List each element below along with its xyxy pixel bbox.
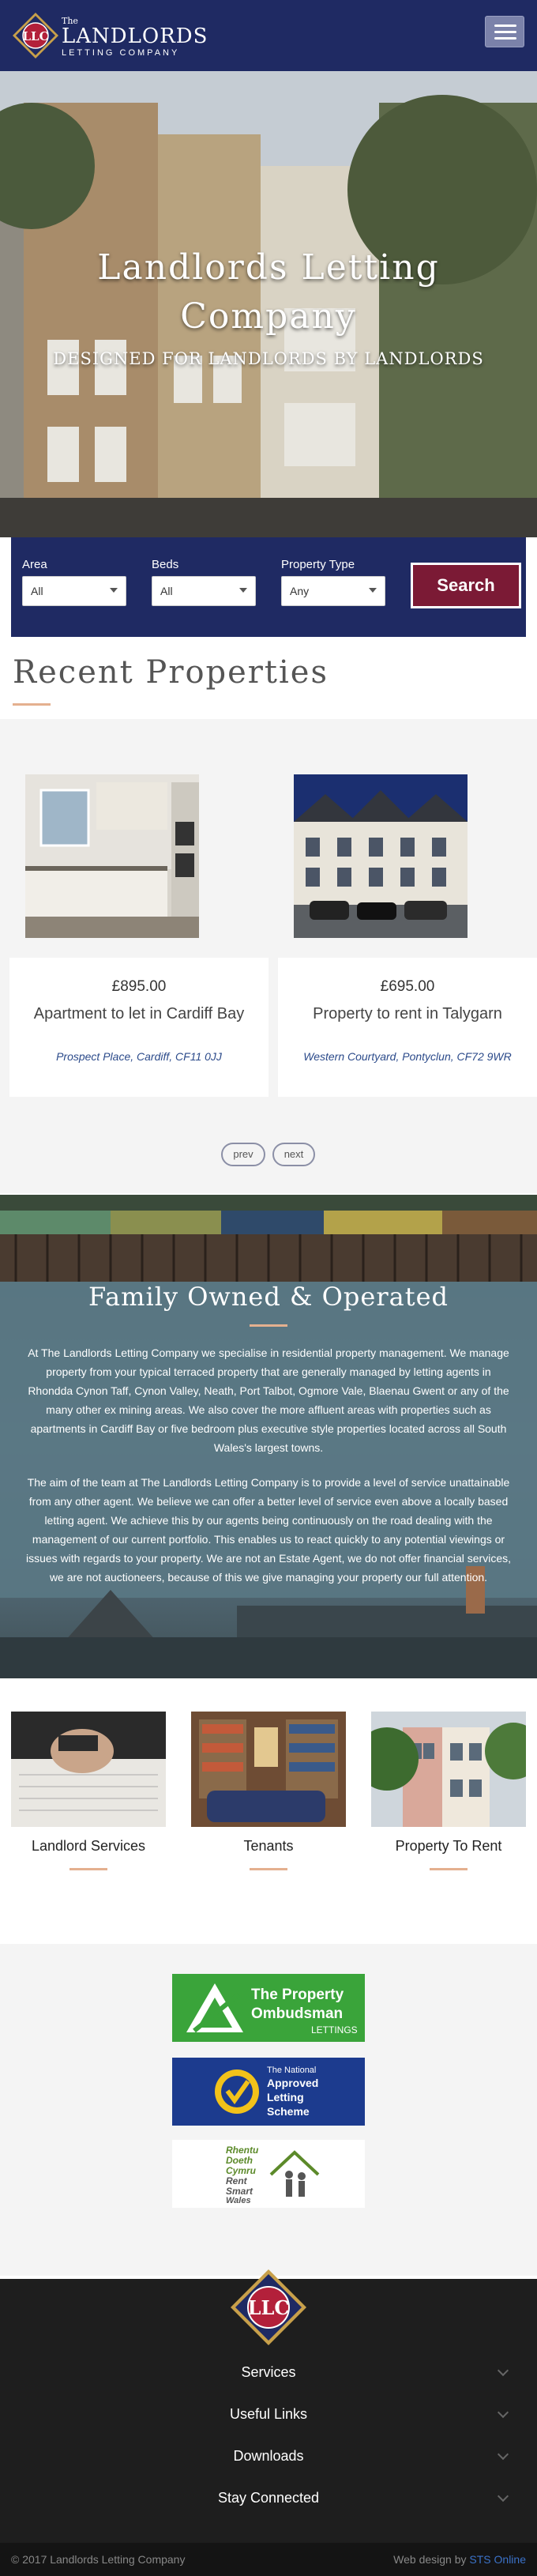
brand-name: LANDLORDS — [62, 24, 208, 48]
accordion-label: Services — [241, 2364, 296, 2380]
family-owned-heading: Family Owned & Operated — [88, 1282, 449, 1312]
property-price: £895.00 — [111, 978, 167, 995]
letting-line3: Letting — [267, 2091, 304, 2103]
accordion-label: Useful Links — [229, 2406, 308, 2422]
property-image-courtyard[interactable] — [294, 774, 468, 938]
family-paragraph-2: The aim of the team at The Landlords Let… — [26, 1476, 511, 1584]
copyright-bar: © 2017 Landlords Letting Company Web des… — [0, 2543, 537, 2576]
llc-logo[interactable]: LLC — [11, 11, 60, 60]
menu-bar-icon — [494, 37, 516, 40]
service-underline — [69, 1868, 107, 1870]
rsw-line2: Doeth — [226, 2155, 253, 2166]
caret-down-icon — [110, 588, 118, 593]
footer-llc-logo[interactable]: LLC — [229, 2268, 308, 2347]
property-address: Prospect Place, Cardiff, CF11 0JJ — [56, 1050, 222, 1063]
family-paragraph-1: At The Landlords Letting Company we spec… — [28, 1346, 509, 1454]
site-header: LLC The LANDLORDS LETTING COMPANY — [0, 0, 537, 71]
property-ombudsman-badge[interactable]: The Property Ombudsman LETTINGS — [172, 1974, 365, 2042]
beds-field: Beds All — [152, 558, 256, 606]
tenants-link[interactable]: Tenants — [191, 1838, 346, 1855]
hero-title-line2: Company — [180, 296, 357, 337]
family-owned-section: Family Owned & Operated At The Landlords… — [0, 1195, 537, 1678]
chevron-down-icon — [497, 2364, 509, 2377]
hamburger-menu-button[interactable] — [485, 16, 524, 47]
landlord-services-link[interactable]: Landlord Services — [11, 1838, 166, 1855]
property-to-rent-image[interactable] — [371, 1712, 526, 1827]
service-underline — [250, 1868, 287, 1870]
area-select-value: All — [31, 585, 43, 597]
property-type-select-value: Any — [290, 585, 310, 597]
heading-underline — [250, 1324, 287, 1327]
sts-online-link[interactable]: STS Online — [469, 2553, 526, 2566]
chevron-down-icon — [497, 2448, 509, 2461]
hero-banner: Landlords Letting Company DESIGNED FOR L… — [0, 71, 537, 537]
property-card[interactable]: £695.00 Property to rent in Talygarn Wes… — [278, 958, 537, 1097]
footer-accordion-services[interactable]: Services — [0, 2352, 537, 2393]
brand-sub: LETTING COMPANY — [62, 48, 180, 58]
letting-scheme-logo-icon — [215, 2069, 259, 2114]
area-field: Area All — [22, 558, 126, 606]
copyright-text: © 2017 Landlords Letting Company — [11, 2553, 186, 2566]
beds-label: Beds — [152, 558, 179, 571]
landlord-services-image[interactable] — [11, 1712, 166, 1827]
property-type-select[interactable]: Any — [281, 576, 385, 606]
recent-properties-heading: Recent Properties — [13, 654, 329, 691]
tenants-image[interactable] — [191, 1712, 346, 1827]
property-to-rent-link[interactable]: Property To Rent — [371, 1838, 526, 1855]
property-address: Western Courtyard, Pontyclun, CF72 9WR — [303, 1050, 512, 1063]
property-search-form: Area All Beds All Property Type Any Sear… — [11, 537, 526, 637]
prev-button[interactable]: prev — [221, 1143, 265, 1166]
accordion-label: Stay Connected — [217, 2490, 320, 2506]
property-card[interactable]: £895.00 Apartment to let in Cardiff Bay … — [9, 958, 268, 1097]
property-title[interactable]: Apartment to let in Cardiff Bay — [9, 1005, 268, 1023]
rsw-line4: Rent — [226, 2175, 247, 2186]
footer-accordion-useful-links[interactable]: Useful Links — [0, 2393, 537, 2435]
letting-line2: Approved — [267, 2077, 319, 2089]
rsw-line6: Wales — [226, 2196, 251, 2205]
letting-line1: The National — [267, 2066, 317, 2075]
footer-accordion-stay-connected[interactable]: Stay Connected — [0, 2477, 537, 2518]
hero-title-line1: Landlords Letting — [97, 247, 440, 288]
logo-text: LLC — [22, 29, 48, 43]
property-price: £695.00 — [380, 978, 435, 995]
ombudsman-line2: Ombudsman — [251, 2005, 344, 2022]
accordion-label: Downloads — [233, 2448, 304, 2464]
ombudsman-line3: LETTINGS — [311, 2024, 358, 2036]
web-design-credit: Web design by STS Online — [393, 2553, 526, 2566]
property-type-label: Property Type — [281, 558, 355, 571]
rent-smart-wales-badge[interactable]: Rhentu Doeth Cymru Rent Smart Wales — [172, 2140, 365, 2208]
property-type-field: Property Type Any — [281, 558, 385, 606]
footer-accordion-downloads[interactable]: Downloads — [0, 2435, 537, 2476]
national-approved-letting-scheme-badge[interactable]: The National Approved Letting Scheme — [172, 2058, 365, 2126]
next-button[interactable]: next — [272, 1143, 315, 1166]
caret-down-icon — [239, 588, 247, 593]
menu-bar-icon — [494, 31, 516, 33]
brand[interactable]: The LANDLORDS LETTING COMPANY — [62, 16, 208, 58]
rsw-line3: Cymru — [226, 2165, 257, 2176]
search-button[interactable]: Search — [411, 563, 521, 608]
chevron-down-icon — [497, 2490, 509, 2503]
footer-logo-text: LLC — [248, 2296, 290, 2319]
beds-select[interactable]: All — [152, 576, 256, 606]
credit-prefix: Web design by — [393, 2553, 467, 2566]
rsw-line1: Rhentu — [226, 2145, 259, 2156]
chevron-down-icon — [497, 2406, 509, 2419]
hero-subtitle: DESIGNED FOR LANDLORDS BY LANDLORDS — [53, 349, 484, 368]
property-title[interactable]: Property to rent in Talygarn — [278, 1005, 537, 1023]
hero-title: Landlords Letting Company — [0, 243, 537, 341]
letting-line4: Scheme — [267, 2105, 310, 2118]
heading-underline — [13, 703, 51, 706]
caret-down-icon — [369, 588, 377, 593]
area-label: Area — [22, 558, 47, 571]
rent-smart-wales-house-icon — [269, 2150, 320, 2197]
rsw-line5: Smart — [226, 2186, 253, 2197]
service-underline — [430, 1868, 468, 1870]
menu-bar-icon — [494, 24, 516, 27]
area-select[interactable]: All — [22, 576, 126, 606]
ombudsman-logo-icon — [186, 1983, 243, 2033]
ombudsman-line1: The Property — [251, 1987, 344, 2003]
beds-select-value: All — [160, 585, 173, 597]
property-image-kitchen[interactable] — [25, 774, 199, 938]
